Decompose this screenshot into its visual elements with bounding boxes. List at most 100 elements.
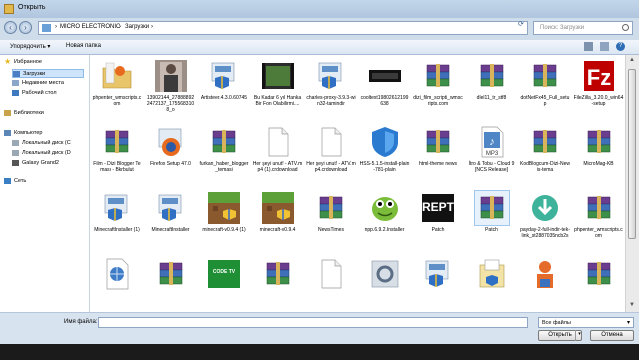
file-item[interactable]: NewsTimes (306, 191, 356, 253)
file-item[interactable] (574, 257, 624, 312)
downloads-folder-icon (13, 71, 20, 77)
scroll-up-icon[interactable]: ▲ (629, 57, 635, 63)
breadcrumb-computer[interactable]: MICRO ELECTRONIC (60, 24, 120, 30)
file-item[interactable]: minecraft-v0.9.4 (1) (199, 191, 249, 253)
file-item[interactable]: Her şeyi unut! - ATV.mp4.crdownload (306, 125, 356, 187)
refresh-icon[interactable]: ⟳ (518, 20, 524, 28)
file-item[interactable]: HSS-5.1.5-install-plain-781-plain (360, 125, 410, 187)
file-item[interactable]: cooltext19802612199638 (360, 59, 410, 121)
file-name: MinecraftInstaller (1) (94, 227, 140, 233)
nav-item-label: Библиотеки (14, 110, 44, 116)
file-item[interactable] (413, 257, 463, 312)
nav-item[interactable]: Компьютер (4, 129, 82, 138)
file-item[interactable]: charles-proxy-3.9.3-win32-tamindir (306, 59, 356, 121)
nav-item-label: Недавние места (22, 80, 64, 86)
nav-item[interactable]: Локальный диск (C (12, 139, 90, 148)
file-item[interactable]: phpenter_wmscripts.com (574, 191, 624, 253)
file-item[interactable]: MP3 ♪ İtro & Tobu - Cloud 9 [NCS Release] (467, 125, 517, 187)
nav-item[interactable]: Рабочий стол (12, 89, 90, 98)
file-name: charles-proxy-3.9.3-win32-tamindir (306, 95, 356, 107)
scrollbar-thumb[interactable] (628, 69, 636, 239)
title-bar: Открыть (0, 0, 639, 18)
nav-item-label: Локальный диск (D (22, 150, 71, 156)
file-item[interactable] (306, 257, 356, 312)
file-item[interactable]: Bu Kadar 6 yıl Hanka Bir Fon Olabilirmi.… (253, 59, 303, 121)
firefox-setup-icon (154, 125, 188, 159)
file-item[interactable] (253, 257, 303, 312)
html-doc-icon (100, 257, 134, 291)
file-item[interactable] (360, 257, 410, 312)
rar-icon (314, 191, 348, 225)
cancel-button[interactable]: Отмена (590, 330, 634, 341)
file-item[interactable]: MicroMag-KB (574, 125, 624, 187)
nav-item[interactable]: Библиотеки (4, 109, 82, 118)
file-name: minecraft-v0.9.4 (259, 227, 296, 233)
star-icon: ★ (4, 57, 12, 66)
nav-item[interactable]: Сеть (4, 177, 82, 186)
back-button[interactable]: ‹ (4, 21, 17, 34)
file-name: 13902144_278888922472137_1755683108_o (146, 95, 195, 113)
file-item[interactable]: dizi_film_scripti_wmscripts.com (413, 59, 463, 121)
nav-item[interactable]: Galaxy Grand2 (12, 159, 90, 168)
nav-item[interactable]: Загрузки (12, 69, 84, 78)
file-item[interactable]: Firefox Setup 47.0 (146, 125, 196, 187)
file-item[interactable]: html-theme news (413, 125, 463, 187)
file-name: dlel11_tr_stf8 (476, 95, 507, 101)
file-item[interactable]: KodBlogcum-Dizi-Newis-tema (520, 125, 570, 187)
file-item[interactable] (146, 257, 196, 312)
nav-item[interactable]: ★ Избранное (4, 57, 82, 67)
file-item[interactable]: dotNetFx45_Full_setup (520, 59, 570, 121)
file-item[interactable]: 13902144_278888922472137_1755683108_o (146, 59, 196, 121)
svg-text:Fz: Fz (586, 65, 610, 90)
file-item[interactable]: furkan_haber_blogger_temasi (199, 125, 249, 187)
preview-pane-icon[interactable] (600, 42, 609, 51)
address-bar-row: ‹ › › MICRO ELECTRONIC › Загрузки › ⟳ По… (0, 18, 639, 40)
file-item[interactable]: CODE TV (199, 257, 249, 312)
file-item[interactable] (92, 257, 142, 312)
file-item[interactable]: minecraft-v0.9.4 (253, 191, 303, 253)
file-item[interactable]: dlel11_tr_stf8 (467, 59, 517, 121)
filename-input[interactable] (98, 317, 528, 328)
person-setup-icon (528, 257, 562, 291)
nav-item[interactable]: Локальный диск (D (12, 149, 90, 158)
file-name: furkan_haber_blogger_temasi (199, 161, 249, 173)
nav-item-label: Локальный диск (C (22, 140, 71, 146)
rar-icon (100, 125, 134, 159)
open-options-chevron-icon[interactable]: ▾ (575, 330, 583, 341)
file-item[interactable]: Her şeyi unut! - ATV.mp4 (1).crdownload (253, 125, 303, 187)
address-bar[interactable]: › MICRO ELECTRONIC › Загрузки › (38, 21, 528, 35)
file-item[interactable]: Fz FileZilla_3.20.0_win64-setup (574, 59, 624, 121)
file-item[interactable]: MinecraftInstaller (1) (92, 191, 142, 253)
scroll-down-icon[interactable]: ▼ (629, 302, 635, 308)
file-item[interactable]: npp.6.9.2.Installer (360, 191, 410, 253)
filetype-select[interactable]: Все файлы ▾ (538, 317, 634, 328)
file-item[interactable]: Film - Dizi Blogger Teması - Bkrbulut (92, 125, 142, 187)
cancel-button-label: Отмена (601, 332, 623, 338)
file-item[interactable]: MinecraftInstaller (146, 191, 196, 253)
file-item[interactable]: phpenter_wmscripts.com (92, 59, 142, 121)
organize-button[interactable]: Упорядочить ▾ (10, 43, 50, 50)
svg-text:MP3: MP3 (485, 151, 498, 157)
search-input[interactable]: Поиск: Загрузки (533, 21, 633, 35)
view-options-icon[interactable] (584, 42, 593, 51)
libraries-icon (4, 110, 11, 116)
file-item[interactable]: Patch (467, 190, 517, 253)
file-item[interactable]: Artisteer.4.3.0.60745 (199, 59, 249, 121)
breadcrumb-downloads[interactable]: Загрузки (125, 24, 149, 30)
recent-places-icon (12, 80, 19, 86)
blank-file-icon (314, 257, 348, 291)
shield-installer-icon (368, 125, 402, 159)
file-item[interactable] (467, 257, 517, 312)
open-file-dialog: Открыть ‹ › › MICRO ELECTRONIC › Загрузк… (0, 0, 639, 344)
nav-item[interactable]: Недавние места (12, 79, 90, 88)
new-folder-button[interactable]: Новая папка (66, 43, 101, 49)
file-item[interactable] (520, 257, 570, 312)
rar-icon (154, 257, 188, 291)
forward-button[interactable]: › (19, 21, 32, 34)
vertical-scrollbar[interactable]: ▲ ▼ (625, 55, 639, 312)
file-item[interactable]: payday-2-full-indir-tek-link_st2887035nc… (520, 191, 570, 253)
file-item[interactable]: REPT Patch (413, 191, 463, 253)
rar-icon (421, 125, 455, 159)
blank-file-icon (261, 125, 295, 159)
help-icon[interactable]: ? (616, 42, 625, 51)
